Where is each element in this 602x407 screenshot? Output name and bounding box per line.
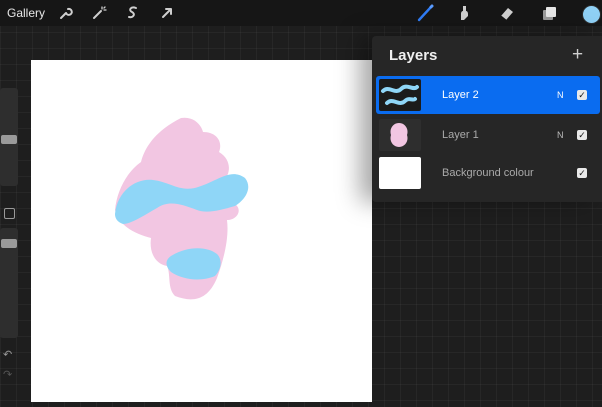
brush-icon[interactable] — [415, 3, 435, 23]
modifier-square-icon[interactable] — [4, 208, 15, 219]
smudge-icon[interactable] — [454, 3, 474, 23]
gallery-button[interactable]: Gallery — [7, 6, 45, 20]
brush-size-knob[interactable] — [1, 135, 17, 144]
add-layer-button[interactable]: + — [572, 44, 583, 66]
layer-visibility-checkbox[interactable]: ✓ — [577, 90, 587, 100]
top-toolbar: Gallery — [0, 0, 602, 26]
opacity-slider[interactable] — [0, 228, 18, 338]
undo-icon[interactable]: ↶ — [3, 348, 12, 361]
blend-mode-indicator[interactable]: N — [557, 90, 564, 100]
layer-thumbnail — [379, 79, 421, 111]
layers-panel-title: Layers — [389, 47, 438, 64]
drawing-canvas[interactable] — [31, 60, 372, 402]
layer-thumbnail — [379, 119, 421, 151]
layer-row-2[interactable]: Layer 2 N ✓ — [376, 76, 600, 114]
wrench-icon[interactable] — [55, 3, 75, 23]
layer-thumbnail — [379, 157, 421, 189]
color-picker-button[interactable] — [582, 5, 601, 24]
layers-icon[interactable] — [539, 3, 559, 23]
layer-visibility-checkbox[interactable]: ✓ — [577, 168, 587, 178]
magic-wand-icon[interactable] — [89, 3, 109, 23]
layer-row-background[interactable]: Background colour ✓ — [376, 154, 600, 192]
selection-icon[interactable] — [123, 3, 143, 23]
layer-name: Layer 1 — [442, 129, 479, 141]
eraser-icon[interactable] — [497, 3, 517, 23]
blend-mode-indicator[interactable]: N — [557, 130, 564, 140]
opacity-knob[interactable] — [1, 239, 17, 248]
layer-row-1[interactable]: Layer 1 N ✓ — [376, 116, 600, 154]
layers-panel: Layers + Layer 2 N ✓ Layer 1 N ✓ Backgro… — [372, 36, 602, 202]
transform-arrow-icon[interactable] — [157, 3, 177, 23]
layer-visibility-checkbox[interactable]: ✓ — [577, 130, 587, 140]
layer-name: Layer 2 — [442, 89, 479, 101]
redo-icon[interactable]: ↷ — [3, 368, 12, 381]
brush-size-slider[interactable] — [0, 88, 18, 186]
artwork — [115, 117, 249, 300]
layer-name: Background colour — [442, 167, 534, 179]
